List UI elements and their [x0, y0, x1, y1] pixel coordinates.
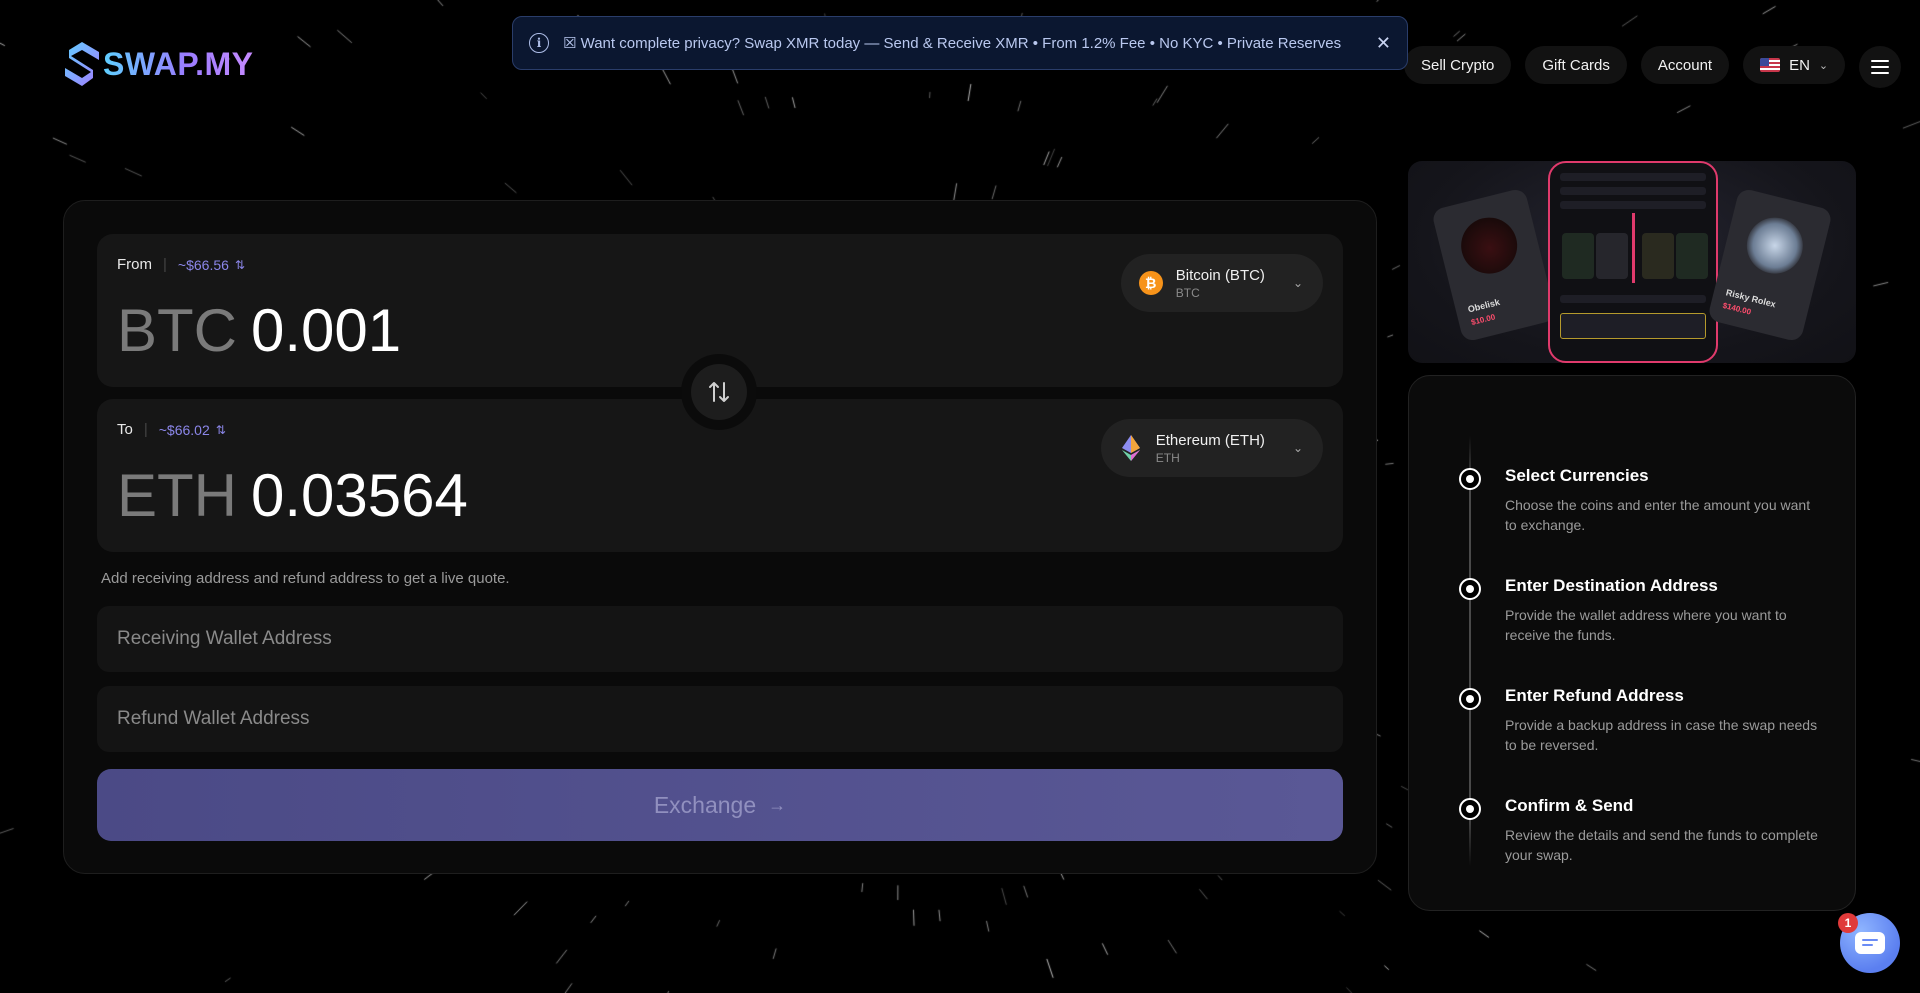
step-3: Enter Refund Address Provide a backup ad… [1453, 686, 1833, 755]
ethereum-icon [1119, 435, 1143, 461]
exchange-card: From | ~$66.56 ⇅ BTC 0.001 ₿ Bitcoin (BT… [63, 200, 1377, 874]
chat-unread-badge: 1 [1838, 913, 1858, 933]
step-dot-icon [1459, 468, 1481, 490]
to-usd-estimate: ~$66.02 [158, 421, 210, 438]
swap-direction-button[interactable] [681, 354, 757, 430]
step-title: Enter Destination Address [1505, 576, 1718, 595]
arrow-right-icon: → [768, 794, 787, 815]
receiving-address-input[interactable] [97, 606, 1343, 672]
to-coin-selector[interactable]: Ethereum (ETH) ETH ⌄ [1100, 419, 1323, 477]
step-dot-icon [1459, 798, 1481, 820]
language-selector[interactable]: EN ⌄ [1743, 46, 1846, 84]
bitcoin-icon: ₿ [1138, 271, 1163, 295]
to-amount-line: ETH 0.03564 [117, 461, 468, 530]
promo-left-price: $10.00 [1470, 312, 1497, 328]
chevron-down-icon: ⌄ [1292, 441, 1303, 455]
chat-icon [1855, 932, 1885, 954]
step-description: Choose the coins and enter the amount yo… [1505, 497, 1811, 533]
to-coin-symbol: ETH [1155, 450, 1180, 465]
step-description: Review the details and send the funds to… [1505, 827, 1818, 863]
nav-gift-cards[interactable]: Gift Cards [1525, 46, 1627, 84]
to-ticker: ETH [117, 462, 237, 529]
phone-mockup [1548, 161, 1718, 363]
hamburger-menu-button[interactable] [1859, 46, 1902, 88]
close-icon[interactable]: ✕ [1376, 33, 1391, 54]
top-nav: Sell Crypto Gift Cards Account EN ⌄ [1390, 46, 1902, 88]
from-label: From [117, 256, 152, 273]
from-coin-symbol: BTC [1175, 285, 1200, 300]
site-logo[interactable]: SWAP.MY [63, 40, 254, 88]
step-2: Enter Destination Address Provide the wa… [1453, 576, 1833, 645]
step-title: Select Currencies [1505, 466, 1649, 485]
to-coin-name: Ethereum (ETH) [1155, 431, 1265, 449]
step-1: Select Currencies Choose the coins and e… [1453, 466, 1833, 535]
from-label-row: From | ~$66.56 ⇅ [117, 256, 245, 273]
from-amount-input[interactable]: 0.001 [251, 296, 401, 365]
step-description: Provide a backup address in case the swa… [1505, 717, 1818, 753]
divider: | [163, 256, 167, 273]
promo-card-right: Risky Rolex $140.00 [1706, 187, 1834, 343]
step-title: Confirm & Send [1505, 796, 1634, 815]
from-coin-name: Bitcoin (BTC) [1175, 266, 1265, 284]
skull-icon [1455, 211, 1524, 280]
step-dot-icon [1459, 578, 1481, 600]
from-amount-line[interactable]: BTC 0.001 [117, 296, 401, 365]
us-flag-icon [1760, 58, 1781, 72]
toggle-usd-icon[interactable]: ⇅ [235, 258, 245, 272]
to-label-row: To | ~$66.02 ⇅ [117, 421, 226, 438]
toggle-usd-icon[interactable]: ⇅ [216, 423, 226, 437]
to-amount-value: 0.03564 [251, 462, 468, 529]
from-coin-selector[interactable]: ₿ Bitcoin (BTC) BTC ⌄ [1120, 254, 1323, 312]
promo-left-name: Obelisk [1466, 296, 1501, 315]
how-it-works-panel: Select Currencies Choose the coins and e… [1408, 375, 1856, 911]
step-4: Confirm & Send Review the details and se… [1453, 796, 1833, 865]
promo-banner: i ☒ Want complete privacy? Swap XMR toda… [512, 16, 1408, 70]
divider: | [143, 421, 148, 438]
chevron-down-icon: ⌄ [1292, 276, 1303, 290]
from-ticker: BTC [117, 297, 237, 364]
watch-icon [1740, 211, 1809, 280]
promo-image[interactable]: Obelisk $10.00 Risky Rolex $140.00 [1408, 161, 1856, 363]
promo-card-left: Obelisk $10.00 [1430, 187, 1558, 343]
logo-mark-icon [65, 42, 99, 86]
promo-right-price: $140.00 [1721, 300, 1753, 317]
from-usd-estimate: ~$66.56 [177, 256, 229, 273]
swap-arrows-icon [709, 382, 729, 402]
hamburger-icon [1871, 60, 1890, 62]
quote-hint: Add receiving address and refund address… [101, 570, 510, 587]
step-description: Provide the wallet address where you wan… [1505, 607, 1787, 643]
language-label: EN [1789, 56, 1810, 74]
chevron-down-icon: ⌄ [1818, 59, 1829, 72]
step-title: Enter Refund Address [1505, 686, 1684, 705]
nav-account[interactable]: Account [1640, 46, 1730, 84]
exchange-button-label: Exchange [653, 791, 757, 818]
logo-text: SWAP.MY [103, 45, 254, 82]
refund-address-input[interactable] [97, 686, 1343, 752]
banner-text[interactable]: ☒ Want complete privacy? Swap XMR today … [563, 34, 1341, 52]
info-icon: i [529, 33, 549, 53]
step-dot-icon [1459, 688, 1481, 710]
to-label: To [117, 421, 133, 438]
nav-sell-crypto[interactable]: Sell Crypto [1404, 46, 1512, 84]
exchange-button[interactable]: Exchange → [97, 769, 1343, 841]
